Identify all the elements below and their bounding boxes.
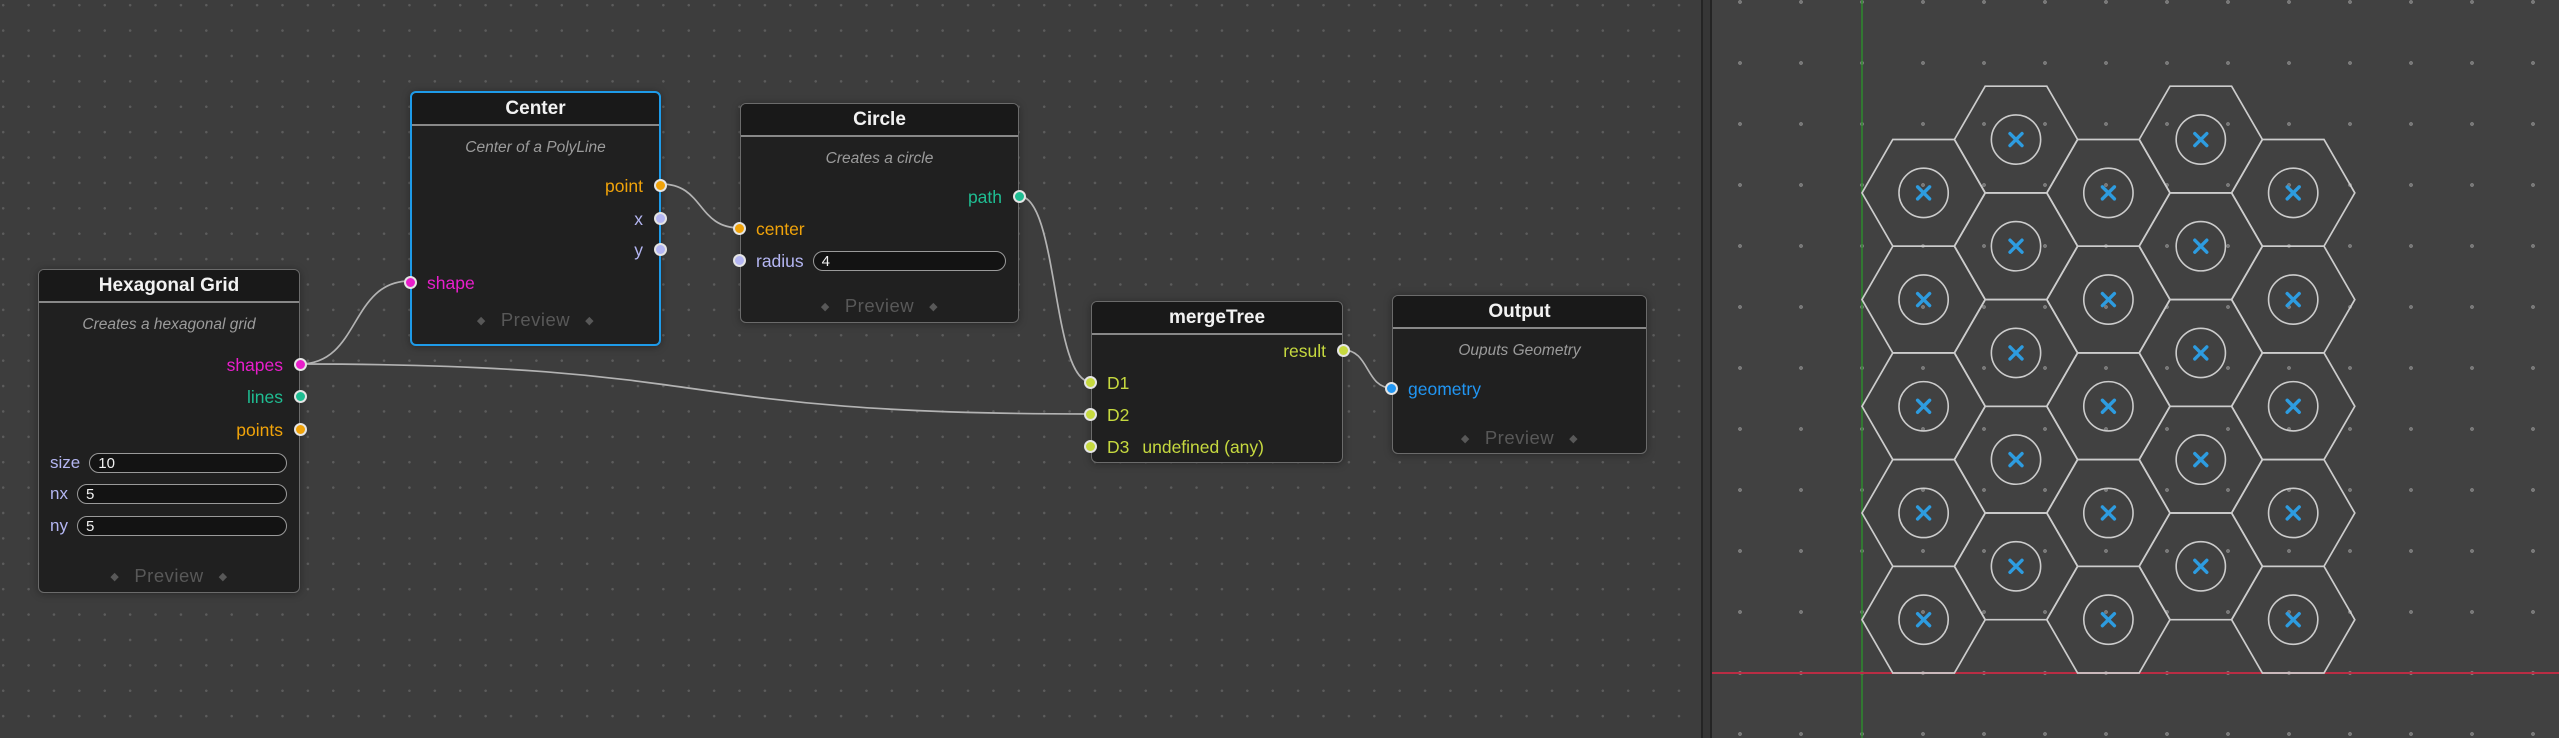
node-center[interactable]: CenterCenter of a PolyLinepointxyshape◆P… [410,91,661,346]
preview-toggle-left-icon[interactable]: ◆ [110,571,119,583]
input-row-center: center [741,217,1018,241]
input-port-D2[interactable] [1084,408,1097,421]
preview-label: Preview [501,309,570,330]
input-port-D1[interactable] [1084,376,1097,389]
preview-row[interactable]: ◆ Preview ◆ [412,308,659,332]
output-port-result[interactable] [1337,344,1350,357]
field-radius[interactable] [813,251,1006,271]
input-label-radius: radius [756,249,804,273]
output-port-x[interactable] [654,212,667,225]
preview-label: Preview [134,565,203,586]
input-label-center: center [756,217,805,241]
input-row-D1: D1 [1092,371,1342,395]
output-label-path: path [968,185,1018,209]
input-port-geometry[interactable] [1385,382,1398,395]
wire[interactable] [661,184,740,228]
output-port-shapes[interactable] [294,358,307,371]
field-label-ny: ny [50,516,68,536]
node-subtitle: Center of a PolyLine [412,136,659,160]
preview-label: Preview [1485,427,1554,448]
viewport-canvas [1712,0,2559,738]
node-mergetree[interactable]: mergeTree result D1 D2 D3 undefined (any) [1091,301,1343,463]
node-subtitle: Creates a hexagonal grid [39,313,299,337]
input-port-radius[interactable] [733,254,746,267]
input-label-shape: shape [427,271,475,295]
field-size[interactable] [89,453,287,473]
input-row-D2: D2 [1092,403,1342,427]
node-subtitle: Creates a circle [741,147,1018,171]
preview-toggle-right-icon[interactable]: ◆ [219,571,228,583]
node-circle[interactable]: Circle Creates a circle path center radius ◆ P… [740,103,1019,323]
field-ny[interactable] [77,516,287,536]
wire[interactable] [300,281,410,364]
wire[interactable] [300,364,1091,414]
output-label-result: result [1283,339,1342,363]
node-editor-canvas[interactable]: Hexagonal Grid Creates a hexagonal grid sh… [0,0,1701,738]
input-row-D3: D3 undefined (any) [1092,435,1342,459]
output-label-shapes: shapes [227,353,299,377]
output-label-points: points [236,418,299,442]
preview-toggle-left-icon[interactable]: ◆ [477,315,486,327]
preview-toggle-left-icon[interactable]: ◆ [821,301,830,313]
node-title-hexgrid[interactable]: Hexagonal Grid [39,270,299,303]
input-row-shape: shape [412,271,659,295]
output-port-points[interactable] [294,423,307,436]
input-row-radius: radius [741,249,1018,273]
node-output[interactable]: Output Ouputs Geometry geometry ◆ Preview ◆ [1392,295,1647,454]
output-port-lines[interactable] [294,390,307,403]
preview-toggle-right-icon[interactable]: ◆ [585,315,594,327]
field-label-nx: nx [50,484,68,504]
input-row-geometry: geometry [1393,377,1646,401]
node-title-center[interactable]: Center [412,93,659,126]
preview-toggle-right-icon[interactable]: ◆ [1569,433,1578,445]
panel-divider[interactable] [1701,0,1712,738]
wire[interactable] [1343,350,1392,388]
node-title-mergetree[interactable]: mergeTree [1092,302,1342,335]
field-label-size: size [50,453,80,473]
output-port-y[interactable] [654,243,667,256]
output-label-lines: lines [247,385,299,409]
preview-label: Preview [845,295,914,316]
preview-row[interactable]: ◆ Preview ◆ [741,294,1018,318]
node-title-output[interactable]: Output [1393,296,1646,329]
output-port-point[interactable] [654,179,667,192]
preview-row[interactable]: ◆ Preview ◆ [39,564,299,588]
output-label-point: point [605,174,659,198]
input-port-D3[interactable] [1084,440,1097,453]
preview-toggle-right-icon[interactable]: ◆ [929,301,938,313]
node-hexgrid[interactable]: Hexagonal Grid Creates a hexagonal grid sh… [38,269,300,593]
node-title-circle[interactable]: Circle [741,104,1018,137]
input-suffix-D3: undefined (any) [1142,435,1264,459]
output-port-path[interactable] [1013,190,1026,203]
preview-row[interactable]: ◆ Preview ◆ [1393,426,1646,450]
input-port-shape[interactable] [404,276,417,289]
input-label-D1: D1 [1107,371,1129,395]
wire[interactable] [1019,196,1091,382]
geometry-viewport[interactable] [1712,0,2559,738]
node-subtitle: Ouputs Geometry [1393,339,1646,363]
input-label-geometry: geometry [1408,377,1481,401]
input-label-D3: D3 [1107,435,1129,459]
input-port-center[interactable] [733,222,746,235]
preview-toggle-left-icon[interactable]: ◆ [1461,433,1470,445]
input-label-D2: D2 [1107,403,1129,427]
field-nx[interactable] [77,484,287,504]
